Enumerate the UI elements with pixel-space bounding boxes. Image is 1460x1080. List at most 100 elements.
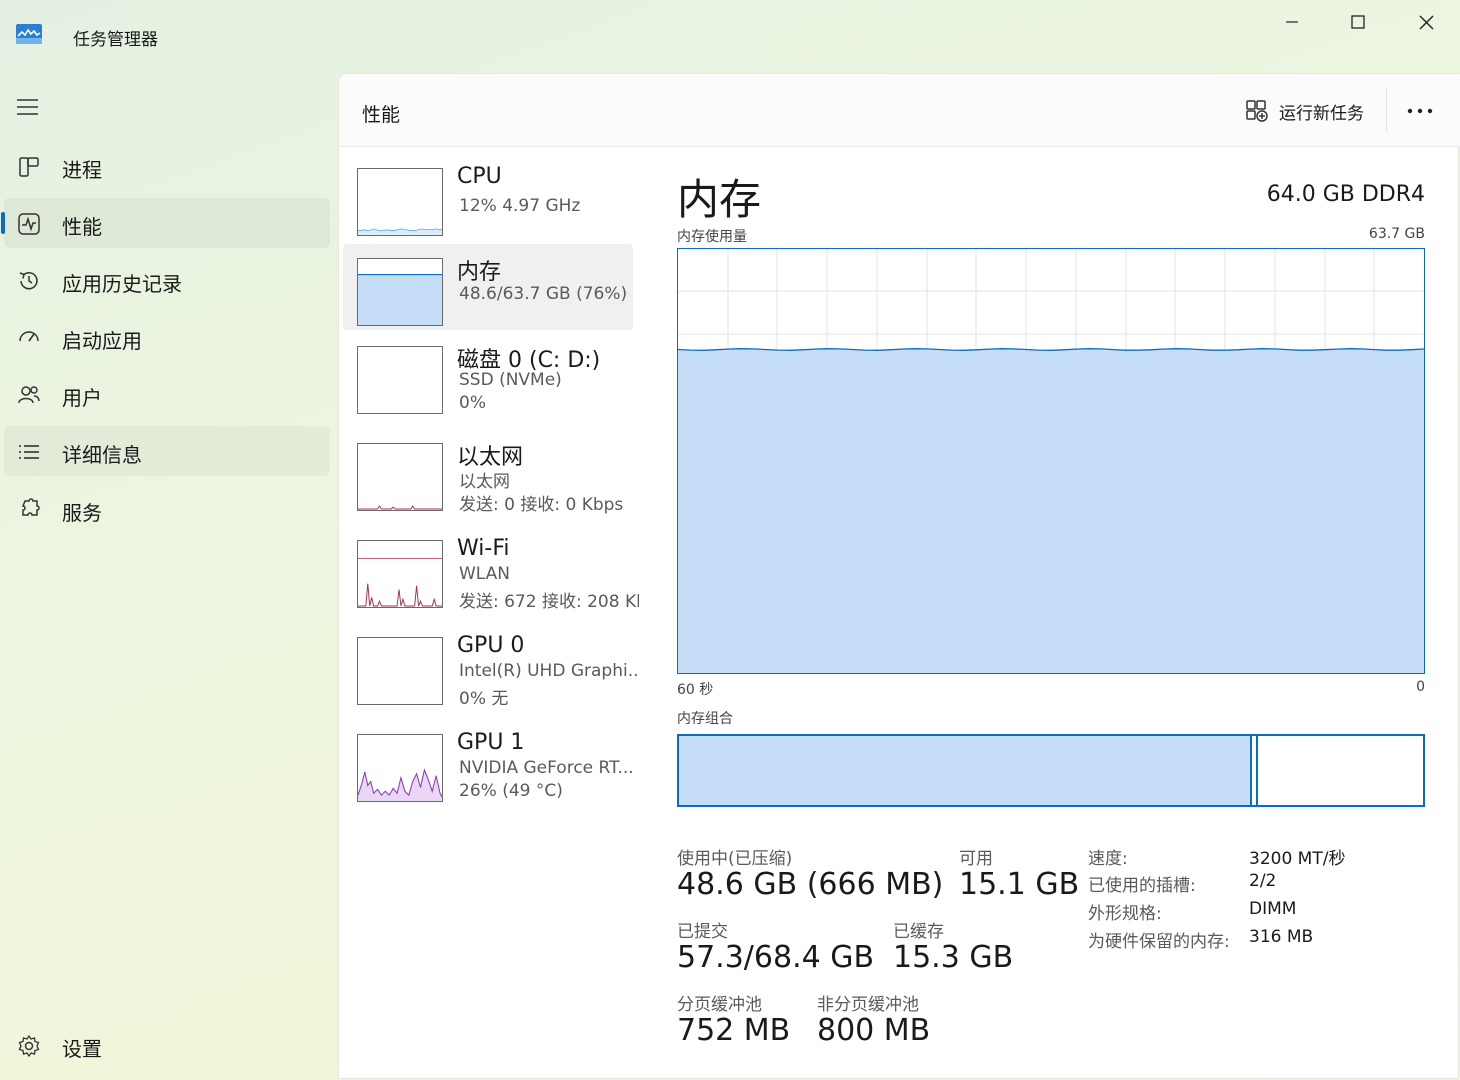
memory-usage-chart — [678, 249, 1424, 673]
app-title: 任务管理器 — [73, 30, 158, 50]
time-axis-right: 0 — [1416, 679, 1425, 695]
device-detail: 48.6/63.7 GB (76%) — [459, 284, 628, 304]
task-manager-app-icon — [16, 24, 42, 44]
sidebar-item-app-history[interactable]: 应用历史记录 — [4, 255, 330, 305]
device-detail: SSD (NVMe) — [459, 370, 562, 390]
cached-label: 已缓存 — [893, 922, 944, 942]
spec-value: 3200 MT/秒 — [1249, 849, 1346, 869]
run-new-task-label: 运行新任务 — [1279, 103, 1364, 124]
in-use-label: 使用中(已压缩) — [677, 849, 793, 869]
device-detail: NVIDIA GeForce RT... — [459, 758, 634, 778]
paged-pool-label: 分页缓冲池 — [677, 995, 762, 1015]
sidebar-item-label: 启动应用 — [62, 329, 142, 353]
usage-graph-max: 63.7 GB — [1368, 226, 1425, 242]
spec-key: 外形规格: — [1088, 904, 1162, 924]
performance-icon — [18, 213, 40, 235]
time-axis-left: 60 秒 — [677, 682, 714, 698]
sidebar-item-performance[interactable]: 性能 — [1, 198, 330, 248]
in-use-value: 48.6 GB (666 MB) — [677, 867, 944, 902]
device-throughput: 发送: 672 接收: 208 Kbps — [459, 592, 639, 612]
users-icon — [18, 386, 40, 404]
run-new-task-button[interactable]: 运行新任务 — [1245, 98, 1364, 124]
device-usage: 0% 无 — [459, 689, 509, 709]
wifi-thumbnail-graph — [357, 540, 443, 608]
more-options-button[interactable] — [1405, 98, 1435, 124]
device-item-cpu[interactable]: CPU 12% 4.97 GHz — [343, 164, 633, 252]
spec-value: 316 MB — [1249, 927, 1314, 947]
sidebar-item-details[interactable]: 详细信息 — [4, 426, 330, 476]
device-item-memory[interactable]: 内存 48.6/63.7 GB (76%) — [343, 244, 633, 330]
composition-modified — [1255, 736, 1258, 805]
close-icon — [1419, 15, 1433, 29]
available-value: 15.1 GB — [959, 867, 1080, 902]
device-detail: WLAN — [459, 564, 511, 584]
memory-spec: 64.0 GB DDR4 — [1266, 182, 1425, 207]
memory-usage-area — [678, 348, 1424, 673]
committed-label: 已提交 — [677, 922, 728, 942]
sidebar-item-label: 用户 — [62, 386, 102, 410]
sidebar-item-users[interactable]: 用户 — [4, 369, 330, 419]
device-detail: Intel(R) UHD Graphi... — [459, 661, 639, 681]
sidebar-item-startup-apps[interactable]: 启动应用 — [4, 312, 330, 362]
maximize-icon — [1351, 15, 1365, 29]
cpu-thumbnail-graph — [357, 168, 443, 236]
memory-usage-line — [678, 348, 1424, 351]
device-item-gpu0[interactable]: GPU 0 Intel(R) UHD Graphi... 0% 无 — [343, 633, 639, 721]
memory-usage-graph — [677, 248, 1425, 674]
close-button[interactable] — [1402, 8, 1450, 36]
device-item-ethernet[interactable]: 以太网 以太网 发送: 0 接收: 0 Kbps — [343, 441, 633, 527]
composition-label: 内存组合 — [677, 711, 733, 727]
device-usage: 26% (49 °C) — [459, 781, 563, 801]
maximize-button[interactable] — [1334, 8, 1382, 36]
ethernet-thumbnail-graph — [357, 443, 443, 511]
spec-key: 为硬件保留的内存: — [1088, 932, 1230, 952]
spec-key: 已使用的插槽: — [1088, 876, 1196, 896]
device-name: GPU 1 — [457, 730, 525, 755]
sidebar-item-label: 应用历史记录 — [62, 272, 182, 296]
main-panel: 性能 运行新任务 CPU 12% 4.97 GHz 内存 48.6/63.7 G… — [338, 73, 1460, 1079]
nonpaged-pool-label: 非分页缓冲池 — [817, 995, 919, 1015]
device-detail: 以太网 — [459, 472, 510, 492]
spec-key: 速度: — [1088, 849, 1128, 869]
device-name: Wi-Fi — [457, 536, 510, 561]
available-label: 可用 — [959, 849, 993, 869]
sidebar-item-label: 服务 — [62, 501, 102, 525]
disk-thumbnail-graph — [357, 346, 443, 414]
device-item-wifi[interactable]: Wi-Fi WLAN 发送: 672 接收: 208 Kbps — [343, 536, 639, 624]
startup-gauge-icon — [19, 331, 39, 342]
sidebar-item-settings[interactable]: 设置 — [4, 1020, 330, 1070]
device-name: GPU 0 — [457, 633, 525, 658]
spec-value: 2/2 — [1249, 871, 1277, 891]
history-icon — [19, 272, 38, 290]
device-usage: 0% — [459, 393, 486, 413]
gpu0-thumbnail-graph — [357, 637, 443, 705]
cached-value: 15.3 GB — [893, 940, 1014, 975]
sidebar-item-services[interactable]: 服务 — [4, 484, 330, 534]
device-item-disk0[interactable]: 磁盘 0 (C: D:) SSD (NVMe) 0% — [343, 344, 633, 430]
device-throughput: 发送: 0 接收: 0 Kbps — [459, 495, 624, 515]
hamburger-menu-icon[interactable] — [14, 96, 42, 118]
title-bar: 任务管理器 — [0, 0, 1460, 70]
run-task-icon — [1246, 100, 1268, 122]
composition-in-use — [679, 736, 1252, 805]
page-header: 性能 运行新任务 — [339, 74, 1460, 147]
nonpaged-pool-value: 800 MB — [817, 1013, 931, 1048]
paged-pool-value: 752 MB — [677, 1013, 791, 1048]
sidebar-item-label: 性能 — [62, 215, 102, 239]
processes-icon — [19, 157, 39, 177]
spec-value: DIMM — [1249, 899, 1297, 919]
more-dots-icon — [1407, 108, 1433, 114]
services-puzzle-icon — [21, 498, 40, 516]
device-name: CPU — [457, 164, 502, 189]
device-item-gpu1[interactable]: GPU 1 NVIDIA GeForce RT... 26% (49 °C) — [343, 730, 634, 818]
sidebar-item-label: 设置 — [62, 1037, 102, 1061]
sidebar-item-processes[interactable]: 进程 — [4, 141, 330, 191]
memory-composition-bar — [677, 734, 1425, 807]
usage-graph-label: 内存使用量 — [677, 229, 747, 245]
sidebar-item-label: 详细信息 — [62, 443, 142, 467]
minimize-button[interactable] — [1268, 8, 1316, 36]
gpu1-thumbnail-graph — [357, 734, 443, 802]
page-title: 性能 — [362, 104, 401, 126]
device-name: 内存 — [457, 260, 502, 285]
memory-thumbnail-graph — [357, 258, 443, 326]
